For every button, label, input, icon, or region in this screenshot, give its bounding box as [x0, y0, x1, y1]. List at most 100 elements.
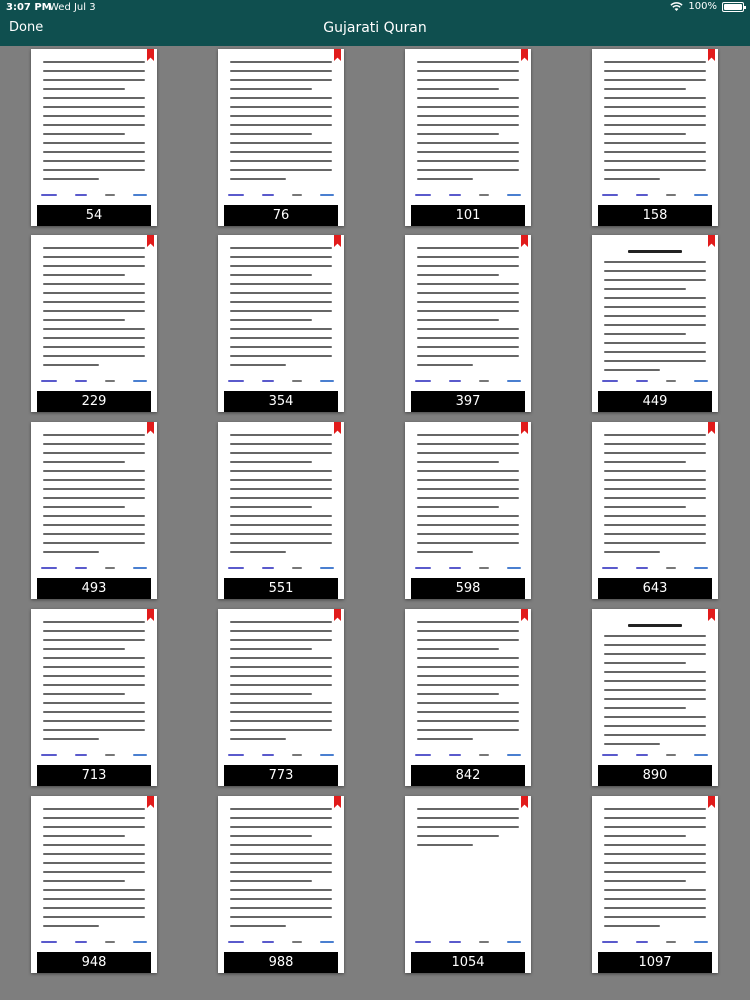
page-thumbnail[interactable]: 890	[592, 609, 718, 786]
page-footer	[415, 192, 521, 198]
page-footer	[41, 939, 147, 945]
bookmark-ribbon-icon	[147, 49, 154, 61]
page-number-label: 890	[598, 765, 712, 786]
page-footer	[602, 378, 708, 384]
status-right: 100%	[670, 1, 746, 12]
battery-percentage: 100%	[688, 1, 717, 12]
bookmark-ribbon-icon	[708, 422, 715, 434]
status-bar: 3:07 PM Wed Jul 3 100%	[0, 0, 750, 16]
page-number-label: 988	[224, 952, 338, 973]
page-text-preview	[230, 61, 332, 187]
page-text-preview	[417, 808, 519, 853]
page-number-label: 54	[37, 205, 151, 226]
page-number-label: 842	[411, 765, 525, 786]
page-number-label: 76	[224, 205, 338, 226]
page-text-preview	[417, 434, 519, 560]
page-thumbnail[interactable]: 1054	[405, 796, 531, 973]
page-number-label: 1097	[598, 952, 712, 973]
page-footer	[228, 939, 334, 945]
bookmark-ribbon-icon	[521, 609, 528, 621]
page-footer	[415, 378, 521, 384]
bookmark-ribbon-icon	[521, 49, 528, 61]
page-text-preview	[230, 808, 332, 934]
app-header: 3:07 PM Wed Jul 3 100% Done Gujarati Qur…	[0, 0, 750, 46]
page-number-label: 354	[224, 391, 338, 412]
page-text-preview	[230, 247, 332, 373]
page-footer	[228, 752, 334, 758]
page-footer	[228, 565, 334, 571]
app-title: Gujarati Quran	[323, 20, 427, 36]
page-footer	[41, 192, 147, 198]
page-number-label: 598	[411, 578, 525, 599]
page-footer	[41, 378, 147, 384]
status-time: 3:07 PM	[6, 2, 52, 13]
page-thumbnail[interactable]: 449	[592, 235, 718, 412]
page-thumbnail[interactable]: 76	[218, 49, 344, 226]
page-text-preview	[43, 247, 145, 373]
page-number-label: 1054	[411, 952, 525, 973]
page-thumbnail[interactable]: 713	[31, 609, 157, 786]
page-text-preview	[43, 621, 145, 747]
page-thumbnail[interactable]: 229	[31, 235, 157, 412]
bookmark-ribbon-icon	[708, 235, 715, 247]
bookmark-ribbon-icon	[708, 609, 715, 621]
bookmark-ribbon-icon	[147, 609, 154, 621]
page-footer	[415, 939, 521, 945]
page-number-label: 773	[224, 765, 338, 786]
bookmark-ribbon-icon	[708, 49, 715, 61]
page-thumbnail[interactable]: 598	[405, 422, 531, 599]
page-text-preview	[417, 621, 519, 747]
bookmark-ribbon-icon	[334, 235, 341, 247]
bookmark-ribbon-icon	[521, 422, 528, 434]
bookmark-ribbon-icon	[147, 796, 154, 808]
page-text-preview	[604, 621, 706, 752]
page-thumbnail[interactable]: 101	[405, 49, 531, 226]
page-number-label: 101	[411, 205, 525, 226]
page-number-label: 713	[37, 765, 151, 786]
page-footer	[228, 378, 334, 384]
bookmark-ribbon-icon	[147, 235, 154, 247]
page-thumbnail[interactable]: 643	[592, 422, 718, 599]
page-footer	[602, 565, 708, 571]
page-footer	[415, 565, 521, 571]
page-thumbnail[interactable]: 54	[31, 49, 157, 226]
page-text-preview	[604, 61, 706, 187]
page-text-preview	[230, 621, 332, 747]
page-thumbnail[interactable]: 158	[592, 49, 718, 226]
page-text-preview	[417, 61, 519, 187]
page-footer	[602, 939, 708, 945]
page-number-label: 493	[37, 578, 151, 599]
page-footer	[602, 192, 708, 198]
page-thumbnail[interactable]: 354	[218, 235, 344, 412]
page-number-label: 229	[37, 391, 151, 412]
bookmark-ribbon-icon	[708, 796, 715, 808]
page-thumbnail[interactable]: 397	[405, 235, 531, 412]
bookmark-ribbon-icon	[334, 422, 341, 434]
page-text-preview	[43, 434, 145, 560]
page-number-label: 948	[37, 952, 151, 973]
page-thumbnail[interactable]: 988	[218, 796, 344, 973]
bookmark-ribbon-icon	[147, 422, 154, 434]
page-text-preview	[230, 434, 332, 560]
page-footer	[41, 752, 147, 758]
wifi-icon	[670, 1, 684, 12]
page-number-label: 551	[224, 578, 338, 599]
page-thumbnail[interactable]: 842	[405, 609, 531, 786]
page-text-preview	[417, 247, 519, 373]
page-thumbnail[interactable]: 1097	[592, 796, 718, 973]
page-thumbnail[interactable]: 551	[218, 422, 344, 599]
page-footer	[602, 752, 708, 758]
bookmark-ribbon-icon	[521, 796, 528, 808]
page-number-label: 643	[598, 578, 712, 599]
page-footer	[415, 752, 521, 758]
page-thumbnail[interactable]: 773	[218, 609, 344, 786]
page-footer	[41, 565, 147, 571]
page-thumbnail[interactable]: 948	[31, 796, 157, 973]
page-footer	[228, 192, 334, 198]
page-thumbnail-grid: 54 76 101 158 229 354 397 449 493 551 598 643 713 773…	[0, 46, 750, 1000]
page-number-label: 397	[411, 391, 525, 412]
page-thumbnail[interactable]: 493	[31, 422, 157, 599]
bookmark-ribbon-icon	[334, 609, 341, 621]
page-text-preview	[604, 247, 706, 378]
battery-icon	[722, 1, 746, 12]
